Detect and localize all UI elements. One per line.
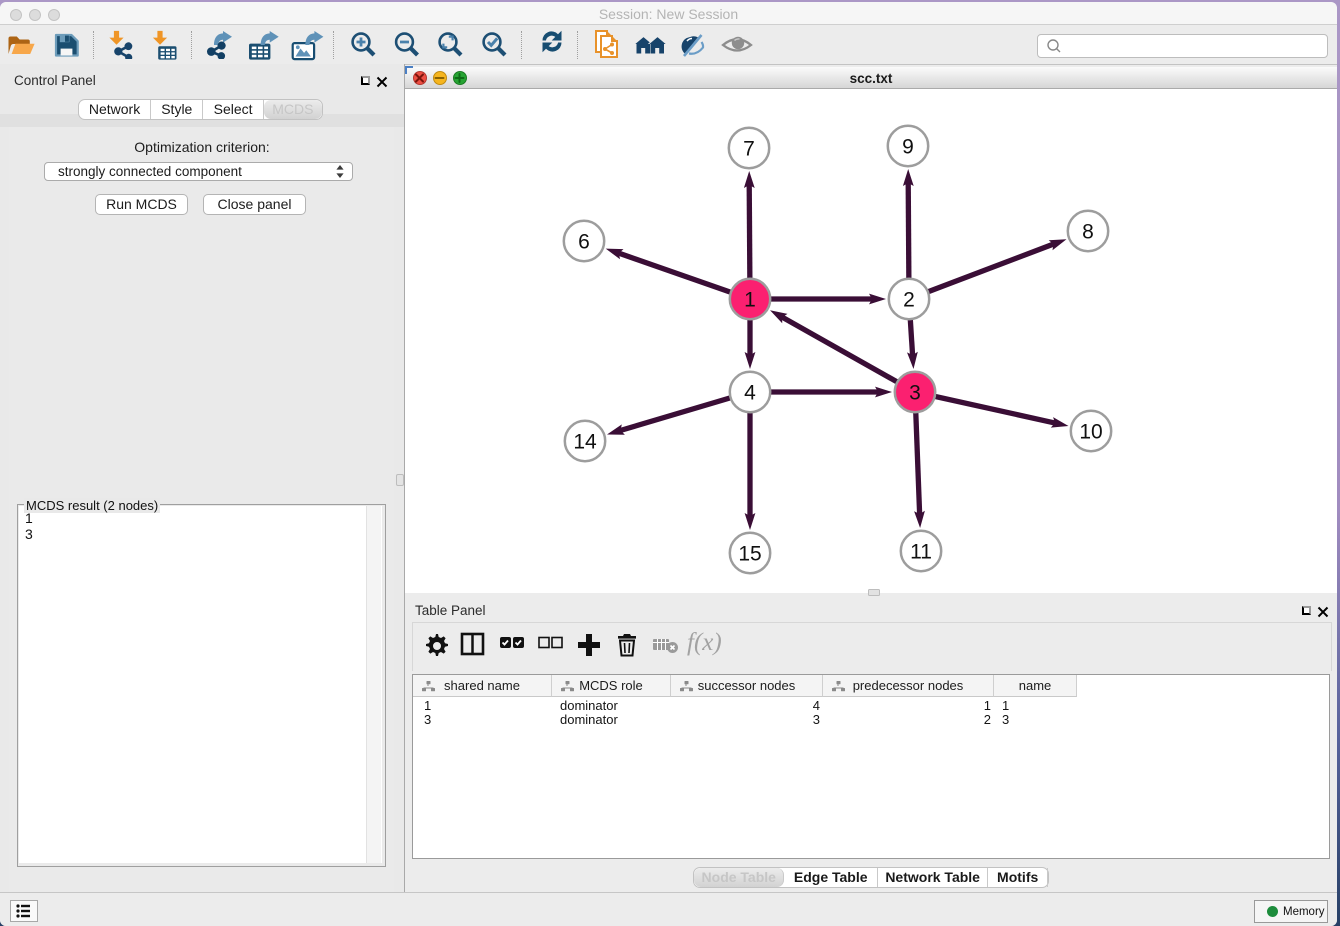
svg-text:15: 15 [738,543,761,566]
svg-text:11: 11 [910,541,932,564]
svg-text:6: 6 [578,231,590,254]
svg-text:4: 4 [744,382,756,405]
svg-text:7: 7 [743,138,755,161]
svg-text:10: 10 [1079,421,1102,444]
svg-text:2: 2 [903,289,915,312]
svg-text:9: 9 [902,136,914,159]
svg-text:8: 8 [1082,221,1094,244]
svg-text:14: 14 [573,431,597,454]
svg-text:1: 1 [744,289,756,312]
svg-text:3: 3 [909,382,921,405]
